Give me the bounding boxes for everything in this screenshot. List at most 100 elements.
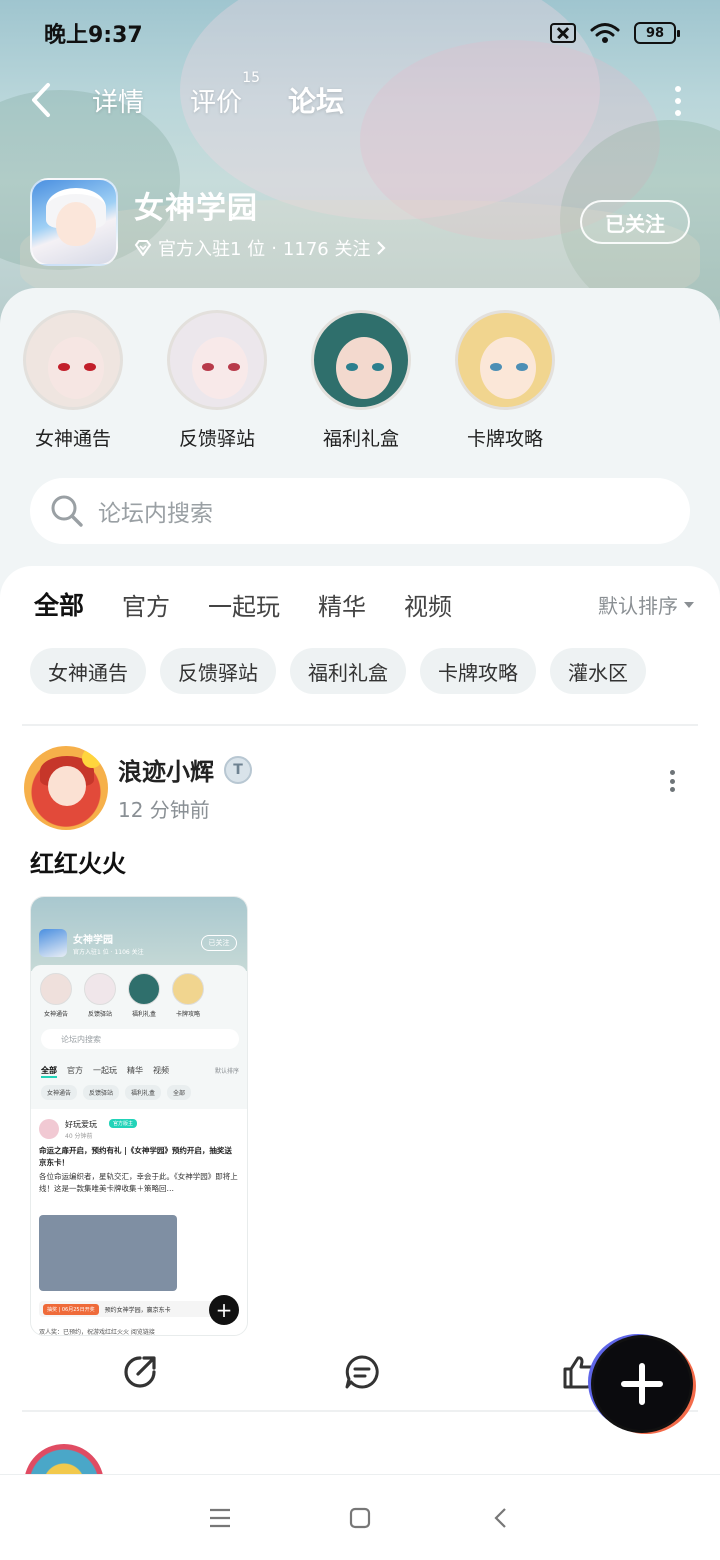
screenshot-post-tag: 官方版主 — [109, 1119, 138, 1128]
forum-panel: 女神通告 反馈驿站 福利礼盒 卡牌攻略 论坛内搜索 全部 官方 一起玩 精华 视… — [0, 288, 720, 1484]
status-time: 晚上9:37 — [44, 23, 143, 48]
search-icon — [51, 495, 83, 527]
post-author[interactable]: 浪迹小辉 — [118, 752, 214, 787]
channel-avatar — [311, 310, 411, 410]
chevron-right-icon — [377, 241, 387, 255]
comment-icon[interactable] — [342, 1352, 382, 1392]
share-icon[interactable] — [120, 1352, 160, 1392]
chip-gifts[interactable]: 福利礼盒 — [290, 648, 406, 694]
tab-play-together[interactable]: 一起玩 — [208, 587, 280, 622]
screenshot-footer: 双人奖：已预约，祝游戏红红火火 阅览链接 — [39, 1329, 155, 1336]
tab-all[interactable]: 全部 — [34, 586, 84, 627]
filter-chips: 女神通告 反馈驿站 福利礼盒 卡牌攻略 灌水区 — [30, 648, 646, 694]
follow-button[interactable]: 已关注 — [580, 200, 690, 244]
status-icons: 98 — [550, 22, 680, 44]
game-info: 女神学园 官方入驻1 位 · 1176 关注 — [134, 183, 387, 261]
create-post-button[interactable] — [594, 1338, 690, 1430]
post-user: 浪迹小辉 T — [118, 752, 252, 787]
status-bar: 晚上9:37 98 — [0, 0, 720, 66]
chip-card-guide[interactable]: 卡牌攻略 — [420, 648, 536, 694]
channel-feedback[interactable]: 反馈驿站 — [166, 310, 268, 451]
channel-goddess-notice[interactable]: 女神通告 — [22, 310, 124, 451]
tab-forum[interactable]: 论坛 — [274, 80, 358, 124]
back-icon[interactable] — [488, 1506, 512, 1530]
screenshot-post-author: 好玩爱玩 — [65, 1120, 97, 1129]
tab-reviews[interactable]: 评价 15 — [176, 70, 260, 119]
tab-video[interactable]: 视频 — [404, 587, 452, 622]
channel-avatar — [167, 310, 267, 410]
game-app-icon[interactable] — [30, 178, 118, 266]
chip-chat[interactable]: 灌水区 — [550, 648, 646, 694]
screenshot-game-meta: 官方入驻1 位 · 1106 关注 — [73, 949, 144, 956]
more-vertical-icon[interactable] — [670, 770, 676, 792]
back-button[interactable] — [30, 80, 60, 120]
game-info-row: 女神学园 官方入驻1 位 · 1176 关注 已关注 — [30, 176, 690, 268]
plus-icon: + — [209, 1295, 239, 1325]
post-time: 12 分钟前 — [118, 798, 210, 822]
feed-tabs: 全部 官方 一起玩 精华 视频 — [34, 586, 452, 627]
chip-goddess-notice[interactable]: 女神通告 — [30, 648, 146, 694]
screenshot-post-time: 40 分钟前 — [65, 1133, 93, 1140]
post-title[interactable]: 红红火火 — [30, 844, 126, 879]
screenshot-sort: 默认排序 — [214, 1068, 239, 1075]
more-vertical-icon[interactable] — [674, 86, 682, 116]
screenshot-tabs: 全部 官方 一起玩 精华 视频 — [41, 1065, 169, 1078]
game-title: 女神学园 — [134, 191, 258, 226]
chevron-left-icon — [32, 83, 50, 117]
follower-count: 1176 关注 — [282, 239, 371, 260]
divider — [22, 1410, 698, 1412]
screenshot-post: 好玩爱玩 官方版主 40 分钟前 命运之扉开启，预约有礼 |《女神学园》预约开启… — [31, 1109, 247, 1336]
channel-avatar — [455, 310, 555, 410]
meta-separator: · — [271, 237, 277, 259]
screenshot-post-headline: 命运之扉开启，预约有礼 |《女神学园》预约开启，抽奖送京东卡！ — [39, 1146, 232, 1167]
post-image-screenshot[interactable]: 女神学园 官方入驻1 位 · 1106 关注 已关注 女神通告 反馈驿站 福利礼… — [30, 896, 248, 1336]
screenshot-post-image — [39, 1215, 177, 1291]
screenshot-post-body: 各位命运编织者，星轨交汇，幸会于此。《女神学园》即将上线！这是一款集唯美卡牌收集… — [39, 1172, 238, 1193]
menu-icon[interactable] — [208, 1506, 232, 1530]
channel-label: 卡牌攻略 — [466, 428, 543, 450]
wifi-icon — [590, 23, 620, 43]
screenshot-chips: 女神通告 反馈驿站 福利礼盒 全部 — [41, 1085, 192, 1100]
home-icon[interactable] — [348, 1506, 372, 1530]
channel-avatar — [23, 310, 123, 410]
screenshot-game-icon — [39, 929, 67, 957]
channel-label: 女神通告 — [34, 428, 111, 450]
screenshot-search: 论坛内搜索 — [41, 1029, 239, 1049]
screenshot-avatar — [39, 1119, 59, 1139]
game-meta[interactable]: 官方入驻1 位 · 1176 关注 — [134, 235, 387, 261]
screenshot-follow: 已关注 — [201, 935, 237, 951]
screenshot-channel: 卡牌攻略 — [171, 973, 205, 1018]
screenshot-channels: 女神通告 反馈驿站 福利礼盒 卡牌攻略 — [39, 973, 205, 1018]
channel-gifts[interactable]: 福利礼盒 — [310, 310, 412, 451]
sort-label: 默认排序 — [598, 594, 678, 618]
screenshot-channel: 福利礼盒 — [127, 973, 161, 1018]
channel-label: 反馈驿站 — [178, 428, 255, 450]
channel-card-guide[interactable]: 卡牌攻略 — [454, 310, 556, 451]
sort-dropdown[interactable]: 默认排序 — [598, 590, 694, 619]
tab-reviews-label: 评价 — [190, 87, 243, 118]
screenshot-channel: 反馈驿站 — [83, 973, 117, 1018]
plus-icon — [621, 1363, 663, 1405]
review-count-badge: 15 — [242, 69, 261, 86]
battery-indicator: 98 — [634, 22, 680, 44]
screenshot-panel: 女神通告 反馈驿站 福利礼盒 卡牌攻略 论坛内搜索 全部 官方 一起玩 精华 视… — [31, 965, 247, 1336]
tab-featured[interactable]: 精华 — [318, 587, 366, 622]
caret-down-icon — [684, 601, 694, 608]
top-nav: 详情 评价 15 论坛 — [0, 70, 720, 130]
divider — [22, 724, 698, 726]
tab-details[interactable]: 详情 — [78, 82, 158, 119]
official-count: 官方入驻1 位 — [158, 239, 266, 260]
chip-feedback[interactable]: 反馈驿站 — [160, 648, 276, 694]
search-input[interactable]: 论坛内搜索 — [30, 478, 690, 544]
search-placeholder: 论坛内搜索 — [98, 501, 213, 527]
screenshot-game-name: 女神学园 — [73, 935, 113, 946]
post-feed: 全部 官方 一起玩 精华 视频 默认排序 女神通告 反馈驿站 福利礼盒 卡牌攻略… — [0, 566, 720, 1484]
avatar[interactable] — [24, 746, 108, 830]
channel-label: 福利礼盒 — [322, 428, 399, 450]
diamond-icon — [134, 240, 152, 256]
level-badge-icon: T — [224, 755, 252, 784]
tab-official[interactable]: 官方 — [122, 587, 170, 622]
post-card[interactable]: 浪迹小辉 T 12 分钟前 红红火火 女神学园 官方入驻1 位 · 1106 关… — [0, 736, 720, 1426]
screenshot-channel: 女神通告 — [39, 973, 73, 1018]
forum-header: 晚上9:37 98 详情 评价 15 论坛 女神学园 官方入驻1 位 · 117… — [0, 0, 720, 330]
